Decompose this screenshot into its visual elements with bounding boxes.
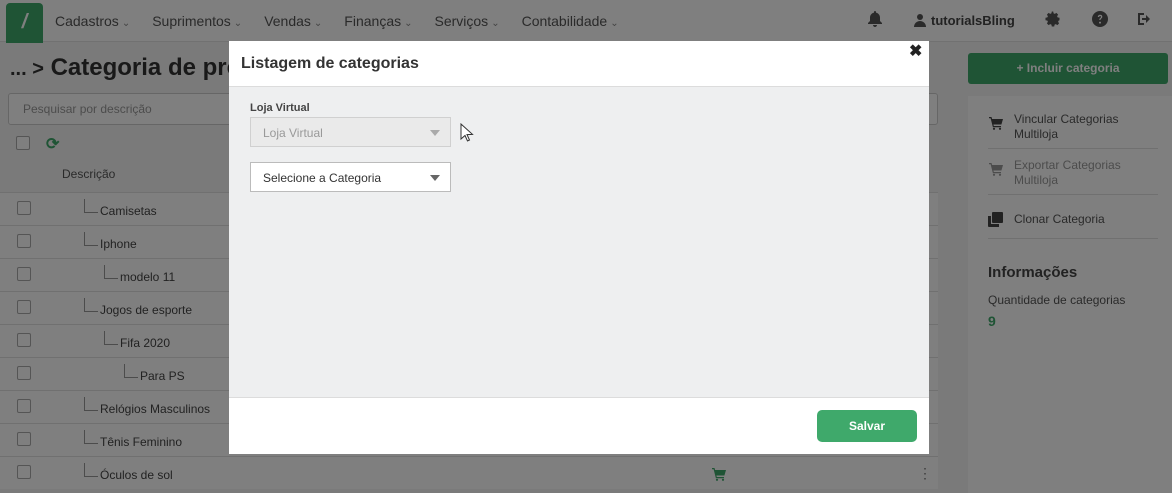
category-select[interactable]: Selecione a Categoria [250,162,451,192]
mouse-cursor-icon [460,122,474,143]
category-list-modal: Listagem de categorias ✖ Loja Virtual Lo… [229,41,929,454]
modal-footer: Salvar [229,397,929,454]
modal-title: Listagem de categorias [241,55,419,72]
save-button[interactable]: Salvar [817,410,917,442]
store-select: Loja Virtual [250,117,451,147]
store-label: Loja Virtual [250,102,310,114]
dropdown-arrow-icon [430,175,440,181]
category-select-value: Selecione a Categoria [263,171,382,185]
store-select-value: Loja Virtual [263,126,323,140]
close-icon[interactable]: ✖ [909,44,922,60]
dropdown-arrow-icon [430,130,440,136]
modal-header: Listagem de categorias ✖ [229,41,929,87]
